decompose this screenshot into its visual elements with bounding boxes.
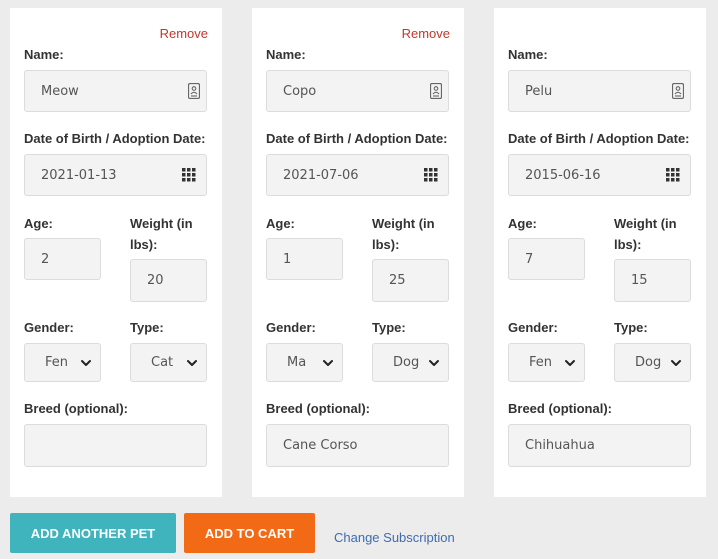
- gender-label: Gender:: [266, 320, 316, 335]
- breed-label: Breed (optional):: [24, 401, 128, 416]
- chevron-down-icon: [564, 357, 576, 373]
- calendar-grid-icon[interactable]: [424, 168, 438, 186]
- pet-name-input[interactable]: Pelu: [508, 70, 691, 112]
- change-subscription-link[interactable]: Change Subscription: [334, 530, 455, 545]
- age-label: Age:: [24, 216, 53, 231]
- add-to-cart-button[interactable]: ADD TO CART: [184, 513, 315, 553]
- chevron-down-icon: [670, 357, 682, 373]
- contact-card-icon: [671, 82, 685, 103]
- type-value: Cat: [151, 355, 174, 370]
- weight-input[interactable]: 15: [614, 259, 691, 302]
- age-input[interactable]: 1: [266, 238, 343, 280]
- weight-value: 25: [389, 273, 406, 288]
- dob-value: 2021-01-13: [41, 167, 117, 183]
- pet-card: Remove Name: Copo Date of Birth / Adoption …: [252, 8, 464, 497]
- chevron-down-icon: [322, 357, 334, 373]
- weight-input[interactable]: 20: [130, 259, 207, 302]
- age-input[interactable]: 7: [508, 238, 585, 280]
- contact-card-icon: [187, 82, 201, 103]
- pet-card: Name: Pelu Date of Birth / Adoption Date: 2…: [494, 8, 706, 497]
- dob-value: 2021-07-06: [283, 167, 359, 183]
- type-value: Dog: [393, 355, 420, 370]
- dob-date-input[interactable]: 2015-06-16: [508, 154, 691, 196]
- age-value: 7: [525, 251, 534, 267]
- breed-label: Breed (optional):: [508, 401, 612, 416]
- type-select[interactable]: Dog: [372, 343, 449, 382]
- gender-label: Gender:: [508, 320, 558, 335]
- pet-name-value: Pelu: [525, 83, 553, 99]
- weight-value: 20: [147, 273, 164, 288]
- type-label: Type:: [130, 320, 164, 335]
- age-value: 1: [283, 251, 292, 267]
- type-select[interactable]: Dog: [614, 343, 691, 382]
- pet-name-value: Copo: [283, 83, 317, 99]
- gender-value: Fen: [45, 355, 69, 370]
- pet-name-input[interactable]: Copo: [266, 70, 449, 112]
- dob-value: 2015-06-16: [525, 167, 601, 183]
- gender-select[interactable]: Fen: [24, 343, 101, 382]
- add-another-pet-button[interactable]: ADD ANOTHER PET: [10, 513, 176, 553]
- gender-select[interactable]: Ma: [266, 343, 343, 382]
- name-label: Name:: [508, 47, 548, 62]
- age-label: Age:: [508, 216, 537, 231]
- gender-value: Ma: [287, 355, 307, 370]
- name-label: Name:: [266, 47, 306, 62]
- dob-date-input[interactable]: 2021-07-06: [266, 154, 449, 196]
- dob-date-input[interactable]: 2021-01-13: [24, 154, 207, 196]
- contact-card-icon: [429, 82, 443, 103]
- weight-input[interactable]: 25: [372, 259, 449, 302]
- gender-select[interactable]: Fen: [508, 343, 585, 382]
- type-label: Type:: [372, 320, 406, 335]
- breed-input[interactable]: [24, 424, 207, 467]
- breed-input[interactable]: Chihuahua: [508, 424, 691, 467]
- chevron-down-icon: [428, 357, 440, 373]
- type-label: Type:: [614, 320, 648, 335]
- type-select[interactable]: Cat: [130, 343, 207, 382]
- type-value: Dog: [635, 355, 662, 370]
- remove-pet-link[interactable]: Remove: [402, 26, 450, 41]
- weight-label: Weight (in lbs):: [130, 216, 193, 252]
- breed-input[interactable]: Cane Corso: [266, 424, 449, 467]
- gender-label: Gender:: [24, 320, 74, 335]
- dob-label: Date of Birth / Adoption Date:: [24, 131, 206, 146]
- dob-label: Date of Birth / Adoption Date:: [508, 131, 690, 146]
- age-label: Age:: [266, 216, 295, 231]
- weight-label: Weight (in lbs):: [372, 216, 435, 252]
- breed-value: Cane Corso: [283, 438, 358, 453]
- pet-card: Remove Name: Meow Date of Birth / Adoption …: [10, 8, 222, 497]
- chevron-down-icon: [80, 357, 92, 373]
- chevron-down-icon: [186, 357, 198, 373]
- remove-pet-link[interactable]: Remove: [160, 26, 208, 41]
- age-input[interactable]: 2: [24, 238, 101, 280]
- weight-label: Weight (in lbs):: [614, 216, 677, 252]
- calendar-grid-icon[interactable]: [182, 168, 196, 186]
- breed-value: Chihuahua: [525, 438, 595, 453]
- weight-value: 15: [631, 273, 648, 288]
- dob-label: Date of Birth / Adoption Date:: [266, 131, 448, 146]
- pet-name-value: Meow: [41, 83, 79, 99]
- breed-label: Breed (optional):: [266, 401, 370, 416]
- pet-name-input[interactable]: Meow: [24, 70, 207, 112]
- calendar-grid-icon[interactable]: [666, 168, 680, 186]
- gender-value: Fen: [529, 355, 553, 370]
- name-label: Name:: [24, 47, 64, 62]
- age-value: 2: [41, 251, 50, 267]
